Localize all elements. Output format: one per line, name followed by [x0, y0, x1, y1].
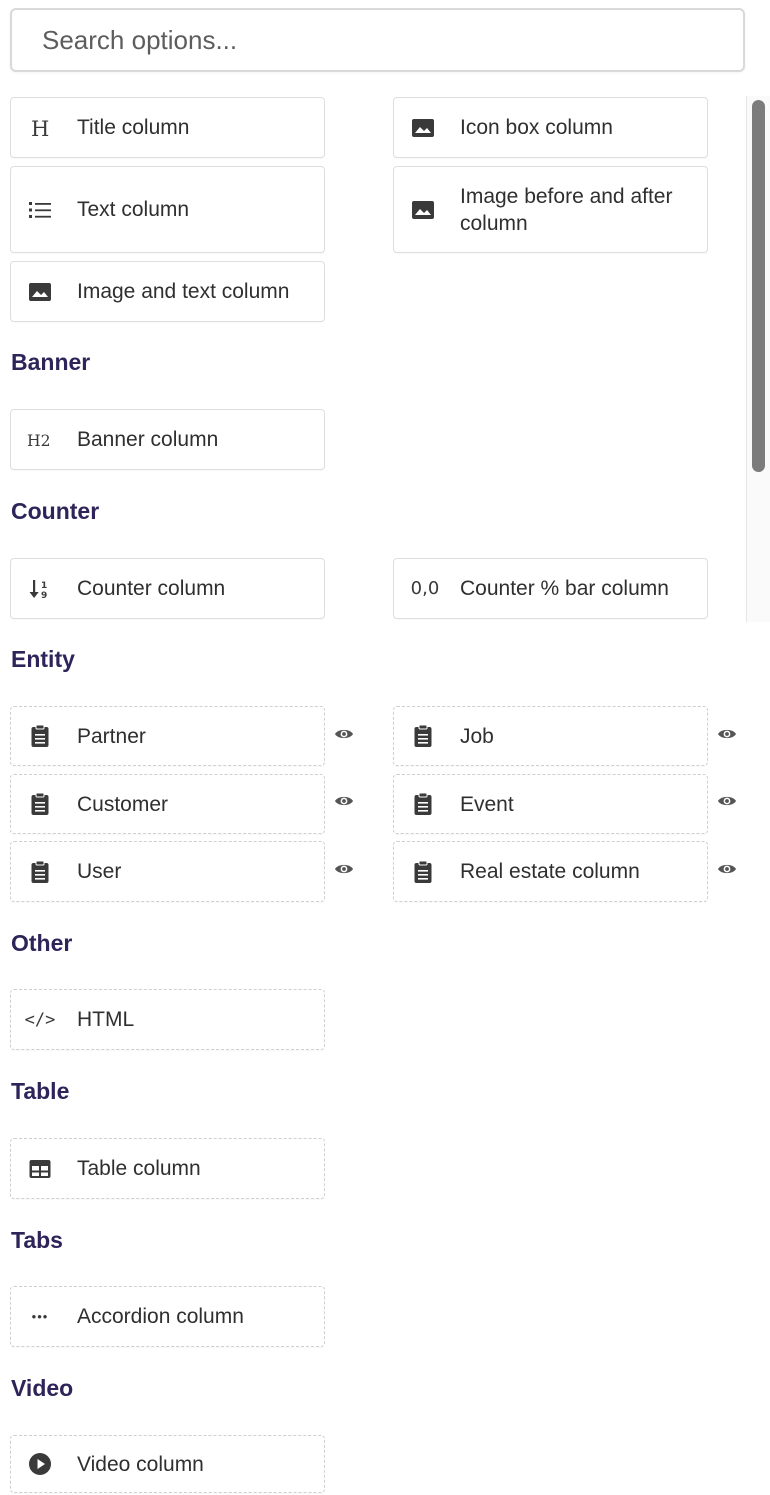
clipboard-icon	[410, 723, 436, 749]
option-label: Image and text column	[77, 280, 290, 303]
option-label: Real estate column	[460, 860, 640, 883]
option-label: Banner column	[77, 428, 219, 451]
play-circle-icon	[27, 1451, 53, 1477]
option-label: Accordion column	[77, 1305, 244, 1328]
section-title-table: Table	[11, 1078, 70, 1104]
svg-text:9: 9	[41, 591, 47, 601]
list-icon	[27, 197, 53, 223]
option-user[interactable]: User	[10, 841, 325, 902]
section-title-other: Other	[11, 930, 73, 956]
option-title-column[interactable]: H Title column	[10, 97, 325, 158]
preview-eye-icon[interactable]	[716, 861, 738, 877]
option-label: Counter % bar column	[460, 577, 669, 600]
preview-eye-icon[interactable]	[333, 726, 355, 742]
svg-text:H2: H2	[27, 432, 51, 450]
option-partner[interactable]: Partner	[10, 706, 325, 766]
option-label: Video column	[77, 1452, 204, 1476]
svg-text:H: H	[31, 117, 49, 140]
option-image-before-after-column[interactable]: Image before and after column	[393, 166, 708, 253]
sort-numeric-icon: 1 9	[27, 576, 53, 602]
search-input[interactable]	[12, 10, 743, 70]
option-html[interactable]: </> HTML	[10, 989, 325, 1050]
clipboard-icon	[410, 791, 436, 817]
option-counter-bar-column[interactable]: 0,0 Counter % bar column	[393, 558, 708, 619]
option-label: Partner	[77, 724, 146, 748]
option-label: HTML	[77, 1008, 135, 1031]
option-real-estate-column[interactable]: Real estate column	[393, 841, 708, 902]
section-title-banner: Banner	[11, 349, 91, 375]
option-accordion-column[interactable]: ••• Accordion column	[10, 1286, 325, 1347]
scrollbar-thumb[interactable]	[752, 100, 765, 472]
preview-eye-icon[interactable]	[333, 861, 355, 877]
option-video-column[interactable]: Video column	[10, 1435, 325, 1493]
option-counter-column[interactable]: 1 9 Counter column	[10, 558, 325, 619]
option-label: Title column	[77, 116, 190, 139]
svg-text:1: 1	[41, 581, 47, 591]
clipboard-icon	[27, 859, 53, 885]
option-event[interactable]: Event	[393, 774, 708, 834]
option-label: User	[77, 860, 122, 883]
heading-icon: H	[27, 115, 53, 141]
option-image-and-text-column[interactable]: Image and text column	[10, 261, 325, 322]
decimal-icon: 0,0	[410, 578, 440, 599]
option-label: Table column	[77, 1157, 201, 1180]
preview-eye-icon[interactable]	[716, 726, 738, 742]
image-icon	[410, 115, 436, 141]
section-title-video: Video	[11, 1375, 74, 1401]
option-label: Counter column	[77, 577, 226, 600]
table-icon	[27, 1156, 53, 1182]
preview-eye-icon[interactable]	[333, 793, 355, 809]
option-icon-box-column[interactable]: Icon box column	[393, 97, 708, 158]
option-text-column[interactable]: Text column	[10, 166, 325, 253]
code-icon: </>	[24, 1009, 56, 1030]
preview-eye-icon[interactable]	[716, 793, 738, 809]
image-icon	[410, 197, 436, 223]
option-job[interactable]: Job	[393, 706, 708, 766]
section-title-entity: Entity	[11, 646, 75, 672]
option-banner-column[interactable]: H2 Banner column	[10, 409, 325, 470]
option-label: Icon box column	[460, 116, 613, 139]
search-box	[10, 8, 745, 72]
clipboard-icon	[27, 791, 53, 817]
more-horizontal-icon: •••	[31, 1309, 49, 1324]
scrollbar-track[interactable]	[746, 96, 770, 622]
image-icon	[27, 279, 53, 305]
option-label: Text column	[77, 198, 190, 221]
section-title-tabs: Tabs	[11, 1227, 63, 1253]
option-label: Event	[460, 792, 514, 816]
option-label: Image before and after column	[460, 184, 673, 235]
option-label: Job	[460, 724, 494, 748]
option-table-column[interactable]: Table column	[10, 1138, 325, 1199]
clipboard-icon	[27, 723, 53, 749]
option-label: Customer	[77, 792, 169, 816]
section-title-counter: Counter	[11, 498, 100, 524]
clipboard-icon	[410, 859, 436, 885]
option-customer[interactable]: Customer	[10, 774, 325, 834]
h2-heading-icon: H2	[27, 427, 53, 453]
